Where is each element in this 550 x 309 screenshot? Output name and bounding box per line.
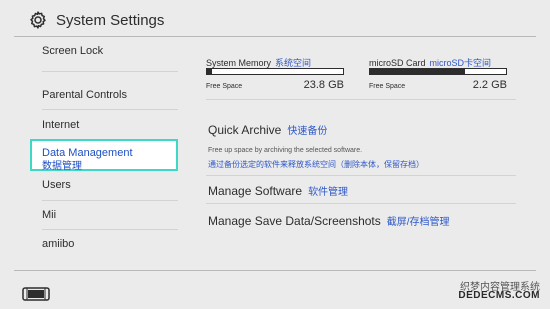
sidebar-item-internet[interactable]: Internet (42, 119, 79, 131)
sidebar: Screen Lock Parental Controls Internet D… (14, 37, 178, 270)
system-memory-label: System Memory (206, 58, 272, 68)
microsd-label: microSD Card (369, 58, 426, 68)
quick-archive-label: Quick Archive (208, 123, 282, 137)
sidebar-item-mii[interactable]: Mii (42, 209, 56, 221)
sidebar-item-screen-lock[interactable]: Screen Lock (42, 45, 103, 57)
microsd-bar-fill (370, 69, 466, 74)
sidebar-item-label-cn: 数据管理 (42, 161, 82, 172)
console-icon (22, 287, 50, 301)
manage-save-data-label: Manage Save Data/Screenshots (208, 214, 381, 228)
sidebar-item-users[interactable]: Users (42, 179, 71, 191)
gear-icon (30, 11, 46, 29)
panel-divider (206, 99, 516, 100)
manage-save-data-button[interactable]: Manage Save Data/Screenshots 截屏/存档管理 (208, 213, 450, 228)
sidebar-divider (42, 200, 178, 201)
system-memory-free-value: 23.8 GB (303, 79, 344, 91)
manage-save-data-label-cn: 截屏/存档管理 (386, 217, 450, 228)
header: System Settings (0, 0, 550, 36)
microsd-free-label: Free Space (369, 83, 406, 90)
sidebar-divider (42, 229, 178, 230)
page-title: System Settings (56, 12, 165, 29)
system-memory-label-cn: 系统空间 (275, 58, 312, 68)
sidebar-item-amiibo[interactable]: amiibo (42, 238, 74, 250)
sidebar-divider (42, 109, 178, 110)
sidebar-item-parental-controls[interactable]: Parental Controls (42, 89, 127, 101)
quick-archive-label-cn: 快速备份 (287, 126, 328, 137)
microsd-label-cn: microSD卡空间 (429, 58, 492, 68)
system-memory-free-label: Free Space (206, 83, 243, 90)
quick-archive-description-cn: 通过备份选定的软件来释放系统空间（删除本体，保留存档） (208, 160, 424, 169)
quick-archive-description: Free up space by archiving the selected … (208, 147, 363, 154)
footer-divider (14, 270, 536, 271)
sidebar-item-data-management[interactable]: Data Management 数据管理 (30, 139, 178, 172)
sidebar-divider (42, 71, 178, 72)
quick-archive-button[interactable]: Quick Archive 快速备份 (208, 122, 327, 137)
microsd-bar (369, 68, 507, 75)
manage-software-button[interactable]: Manage Software 软件管理 (208, 183, 348, 198)
system-memory-bar-fill (207, 69, 213, 74)
microsd-free-value: 2.2 GB (472, 79, 507, 91)
panel-divider (206, 203, 516, 204)
system-memory-bar (206, 68, 344, 75)
manage-software-label-cn: 软件管理 (308, 187, 349, 198)
panel-divider (206, 175, 516, 176)
data-management-panel: System Memory 系统空间 Free Space 23.8 GB mic… (178, 37, 536, 270)
manage-software-label: Manage Software (208, 184, 303, 198)
watermark-line2: DEDECMS.COM (458, 290, 540, 301)
